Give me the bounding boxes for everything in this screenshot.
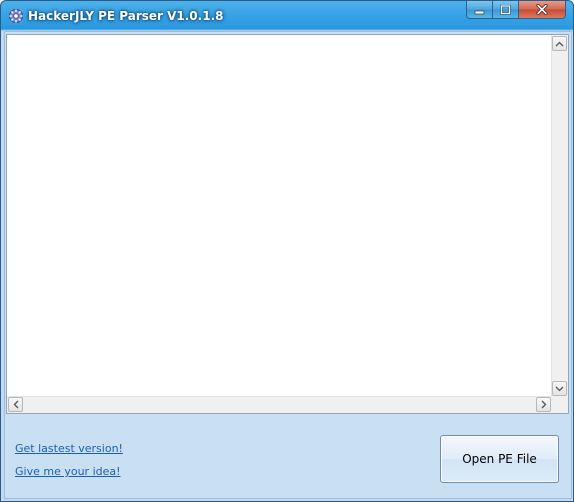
title-bar[interactable]: HackerJLY PE Parser V1.0.1.8 bbox=[1, 1, 573, 31]
gear-icon bbox=[9, 9, 23, 23]
minimize-button[interactable] bbox=[466, 1, 493, 19]
scrollbar-corner bbox=[551, 396, 568, 413]
scroll-right-button[interactable] bbox=[536, 397, 551, 412]
scroll-down-button[interactable] bbox=[552, 381, 567, 396]
caption-buttons bbox=[466, 1, 568, 20]
maximize-icon bbox=[500, 4, 511, 15]
chevron-up-icon bbox=[555, 41, 564, 46]
chevron-left-icon bbox=[13, 400, 18, 409]
client-area: Get lastest version! Give me your idea! … bbox=[4, 31, 572, 499]
maximize-button[interactable] bbox=[493, 1, 519, 19]
close-button[interactable] bbox=[519, 1, 566, 19]
horizontal-scrollbar[interactable] bbox=[7, 396, 552, 413]
give-idea-link[interactable]: Give me your idea! bbox=[15, 465, 121, 478]
app-window: HackerJLY PE Parser V1.0.1.8 Get lastest… bbox=[0, 0, 574, 502]
latest-version-link[interactable]: Get lastest version! bbox=[15, 442, 123, 455]
minimize-icon bbox=[474, 10, 485, 14]
scroll-left-button[interactable] bbox=[8, 397, 23, 412]
chevron-down-icon bbox=[555, 386, 564, 391]
open-pe-file-button[interactable]: Open PE File bbox=[440, 435, 559, 483]
scroll-up-button[interactable] bbox=[552, 36, 567, 51]
chevron-right-icon bbox=[541, 400, 546, 409]
vertical-scrollbar[interactable] bbox=[551, 35, 568, 397]
close-icon bbox=[536, 4, 548, 15]
window-title: HackerJLY PE Parser V1.0.1.8 bbox=[28, 9, 224, 23]
output-text-area[interactable] bbox=[6, 34, 569, 414]
